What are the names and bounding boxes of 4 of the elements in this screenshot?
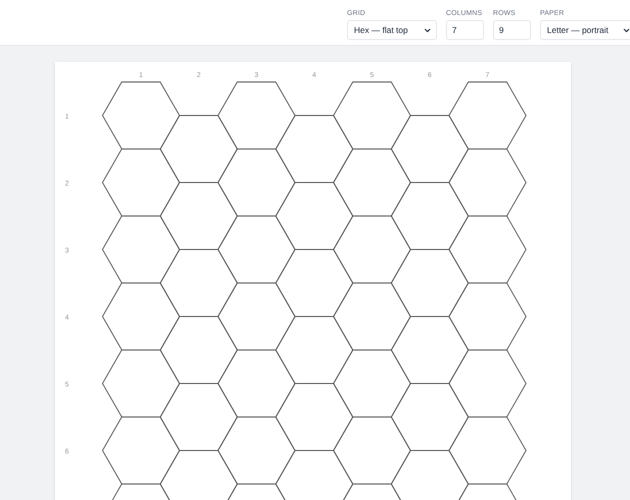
rows-input[interactable]: 9 <box>493 20 531 40</box>
paper-select[interactable]: Letter — portrait <box>540 20 630 40</box>
grid-type-select[interactable]: Hex — flat top <box>347 20 437 40</box>
columns-input[interactable]: 7 <box>446 20 484 40</box>
